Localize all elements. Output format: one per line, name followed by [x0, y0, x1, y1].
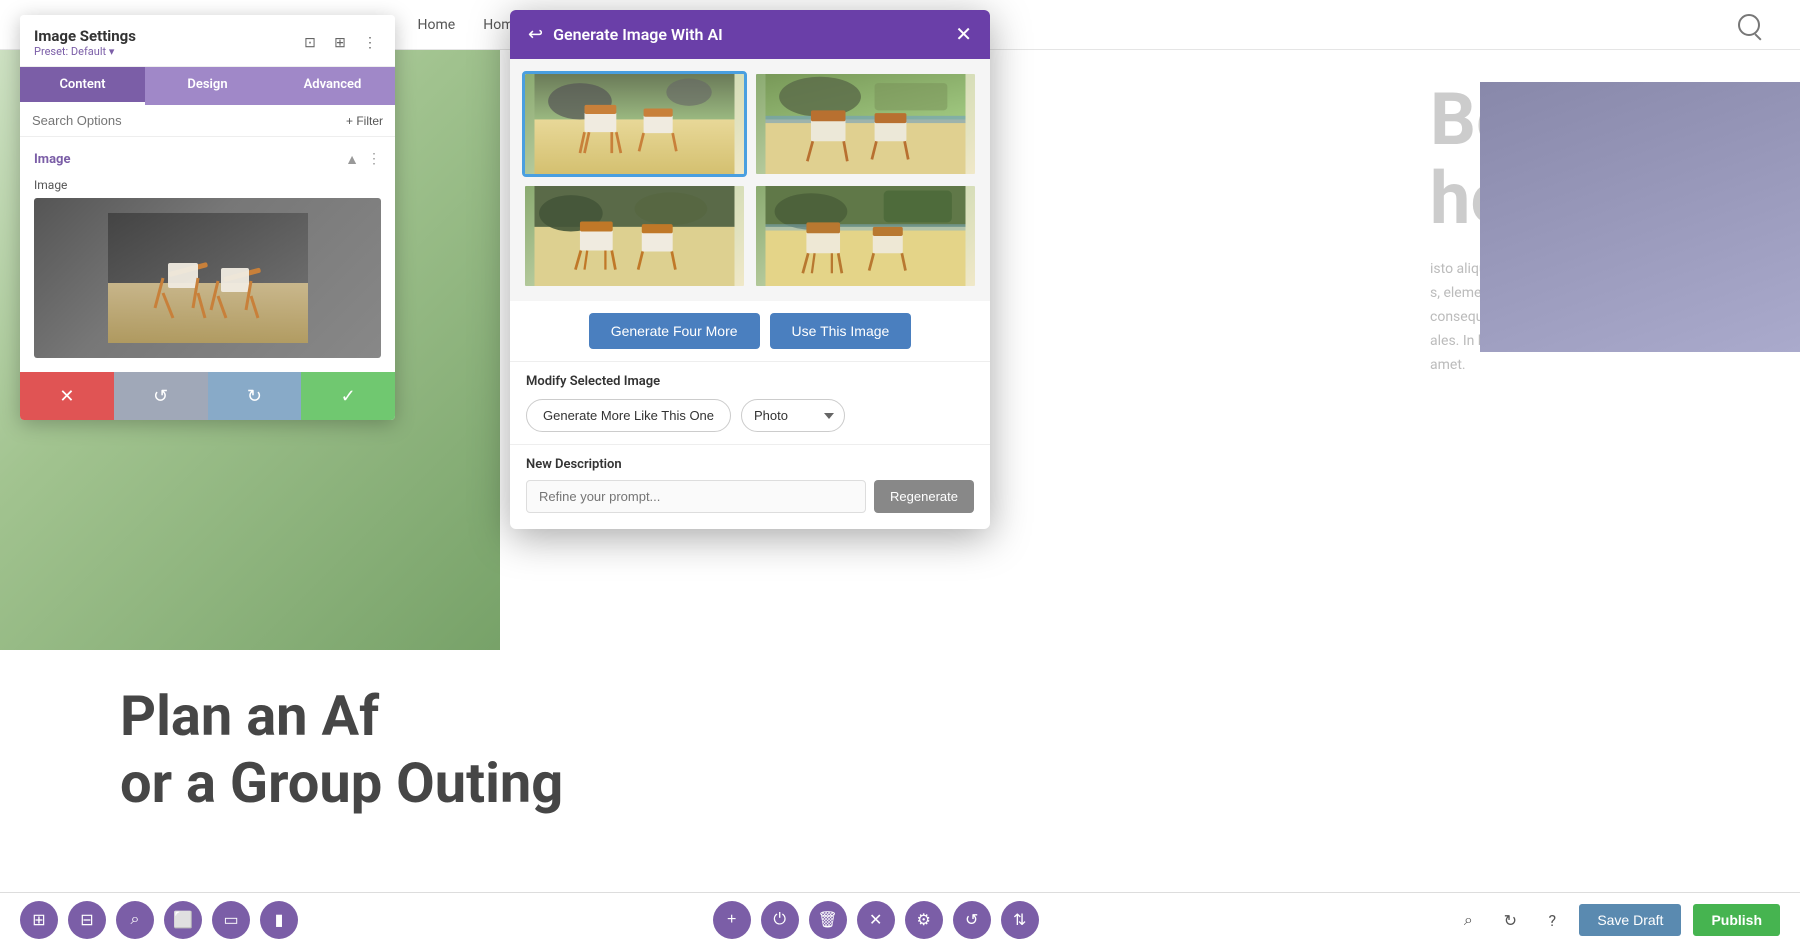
image-cell-3[interactable]: [522, 183, 747, 289]
panel-header: Image Settings Preset: Default ⊡ ⊞ ⋮: [20, 15, 395, 67]
image-preview-1: [525, 74, 744, 174]
panel-bottom-bar: ✕ ↺ ↻ ✓: [20, 372, 395, 420]
toolbar-settings-button[interactable]: ⚙: [905, 901, 943, 939]
image-cell-1[interactable]: [522, 71, 747, 177]
section-title: Image: [34, 152, 70, 167]
image-label: Image: [34, 178, 381, 192]
panel-more-icon[interactable]: ⋮: [359, 32, 381, 54]
right-content-area: Beachhe Hassle isto aliquet, quis vehicu…: [1400, 50, 1800, 407]
generate-more-like-button[interactable]: Generate More Like This One: [526, 399, 731, 432]
toolbar-help-icon[interactable]: ?: [1537, 905, 1567, 935]
section-collapse-icon[interactable]: ▲: [345, 151, 359, 168]
panel-cancel-button[interactable]: ✕: [20, 372, 114, 420]
panel-tabs: Content Design Advanced: [20, 67, 395, 105]
image-preview[interactable]: [34, 198, 381, 358]
prompt-refine-input[interactable]: [526, 480, 866, 513]
search-options-input[interactable]: [32, 113, 338, 128]
toolbar-grid-icon[interactable]: ⊟: [68, 901, 106, 939]
bottom-toolbar: ⊞ ⊟ ⌕ ⬜ ▭ ▮ + ⏻ 🗑 ✕ ⚙ ↺ ⇅ ⌕ ↻ ? Save Dra…: [0, 892, 1800, 947]
lower-page-text: Plan an Afor a Group Outing: [120, 683, 563, 817]
toolbar-tablet-icon[interactable]: ▭: [212, 901, 250, 939]
modal-back-icon[interactable]: ↩: [528, 24, 543, 45]
section-more-icon[interactable]: ⋮: [367, 151, 381, 168]
toolbar-layout-icon[interactable]: ⊞: [20, 901, 58, 939]
panel-header-icons: ⊡ ⊞ ⋮: [299, 32, 381, 54]
image-preview-2: [756, 74, 975, 174]
toolbar-undo-button[interactable]: ↺: [953, 901, 991, 939]
nav-home-2[interactable]: Home: [418, 17, 456, 33]
modify-section-row: Generate More Like This One Photo Illust…: [526, 399, 974, 432]
panel-columns-icon[interactable]: ⊞: [329, 32, 351, 54]
regenerate-button[interactable]: Regenerate: [874, 480, 974, 513]
filter-button[interactable]: + Filter: [346, 114, 383, 128]
panel-redo-button[interactable]: ↻: [208, 372, 302, 420]
panel-title-group: Image Settings Preset: Default: [34, 27, 136, 58]
panel-preset[interactable]: Preset: Default: [34, 45, 136, 58]
image-preview-3: [525, 186, 744, 286]
modal-header-left: ↩ Generate Image With AI: [528, 24, 723, 45]
toolbar-close-button[interactable]: ✕: [857, 901, 895, 939]
ai-modal: ↩ Generate Image With AI ✕: [510, 10, 990, 529]
modify-section-title: Modify Selected Image: [526, 374, 974, 389]
panel-resize-icon[interactable]: ⊡: [299, 32, 321, 54]
panel-title: Image Settings: [34, 27, 136, 45]
use-this-image-button[interactable]: Use This Image: [770, 313, 912, 349]
toolbar-right-controls: ⌕ ↻ ? Save Draft Publish: [1453, 904, 1780, 936]
modal-close-button[interactable]: ✕: [955, 25, 972, 45]
panel-undo-button[interactable]: ↺: [114, 372, 208, 420]
save-draft-button[interactable]: Save Draft: [1579, 904, 1681, 936]
section-icons: ▲ ⋮: [345, 151, 381, 168]
modal-header: ↩ Generate Image With AI ✕: [510, 10, 990, 59]
toolbar-history-icon[interactable]: ↻: [1495, 905, 1525, 935]
right-person-image: [1480, 82, 1800, 352]
image-preview-4: [756, 186, 975, 286]
modal-title: Generate Image With AI: [553, 25, 723, 44]
description-input-row: Regenerate: [526, 480, 974, 513]
toolbar-trash-button[interactable]: 🗑: [809, 901, 847, 939]
chair-preview-svg: [108, 213, 308, 343]
toolbar-mobile-icon[interactable]: ▮: [260, 901, 298, 939]
toolbar-search-right-icon[interactable]: ⌕: [1453, 905, 1483, 935]
modify-image-section: Modify Selected Image Generate More Like…: [510, 361, 990, 444]
image-grid: [510, 59, 990, 301]
toolbar-sort-button[interactable]: ⇅: [1001, 901, 1039, 939]
modal-action-buttons: Generate Four More Use This Image: [510, 301, 990, 361]
panel-body: Image ▲ ⋮ Image: [20, 137, 395, 372]
tab-design[interactable]: Design: [145, 67, 270, 105]
generate-four-more-button[interactable]: Generate Four More: [589, 313, 760, 349]
new-description-title: New Description: [526, 457, 974, 472]
tab-advanced[interactable]: Advanced: [270, 67, 395, 105]
panel-section-header: Image ▲ ⋮: [34, 151, 381, 168]
nav-search-icon[interactable]: [1738, 14, 1760, 36]
new-description-section: New Description Regenerate: [510, 444, 990, 529]
image-cell-4[interactable]: [753, 183, 978, 289]
tab-content[interactable]: Content: [20, 67, 145, 105]
toolbar-add-button[interactable]: +: [713, 901, 751, 939]
panel-search-bar: + Filter: [20, 105, 395, 137]
toolbar-search-icon[interactable]: ⌕: [116, 901, 154, 939]
modal-scroll-area[interactable]: [510, 59, 990, 301]
toolbar-monitor-icon[interactable]: ⬜: [164, 901, 202, 939]
publish-button[interactable]: Publish: [1693, 904, 1780, 936]
image-cell-2[interactable]: [753, 71, 978, 177]
image-settings-panel: Image Settings Preset: Default ⊡ ⊞ ⋮ Con…: [20, 15, 395, 420]
style-select[interactable]: Photo Illustration Painting Sketch: [741, 399, 845, 432]
panel-confirm-button[interactable]: ✓: [301, 372, 395, 420]
toolbar-power-button[interactable]: ⏻: [761, 901, 799, 939]
